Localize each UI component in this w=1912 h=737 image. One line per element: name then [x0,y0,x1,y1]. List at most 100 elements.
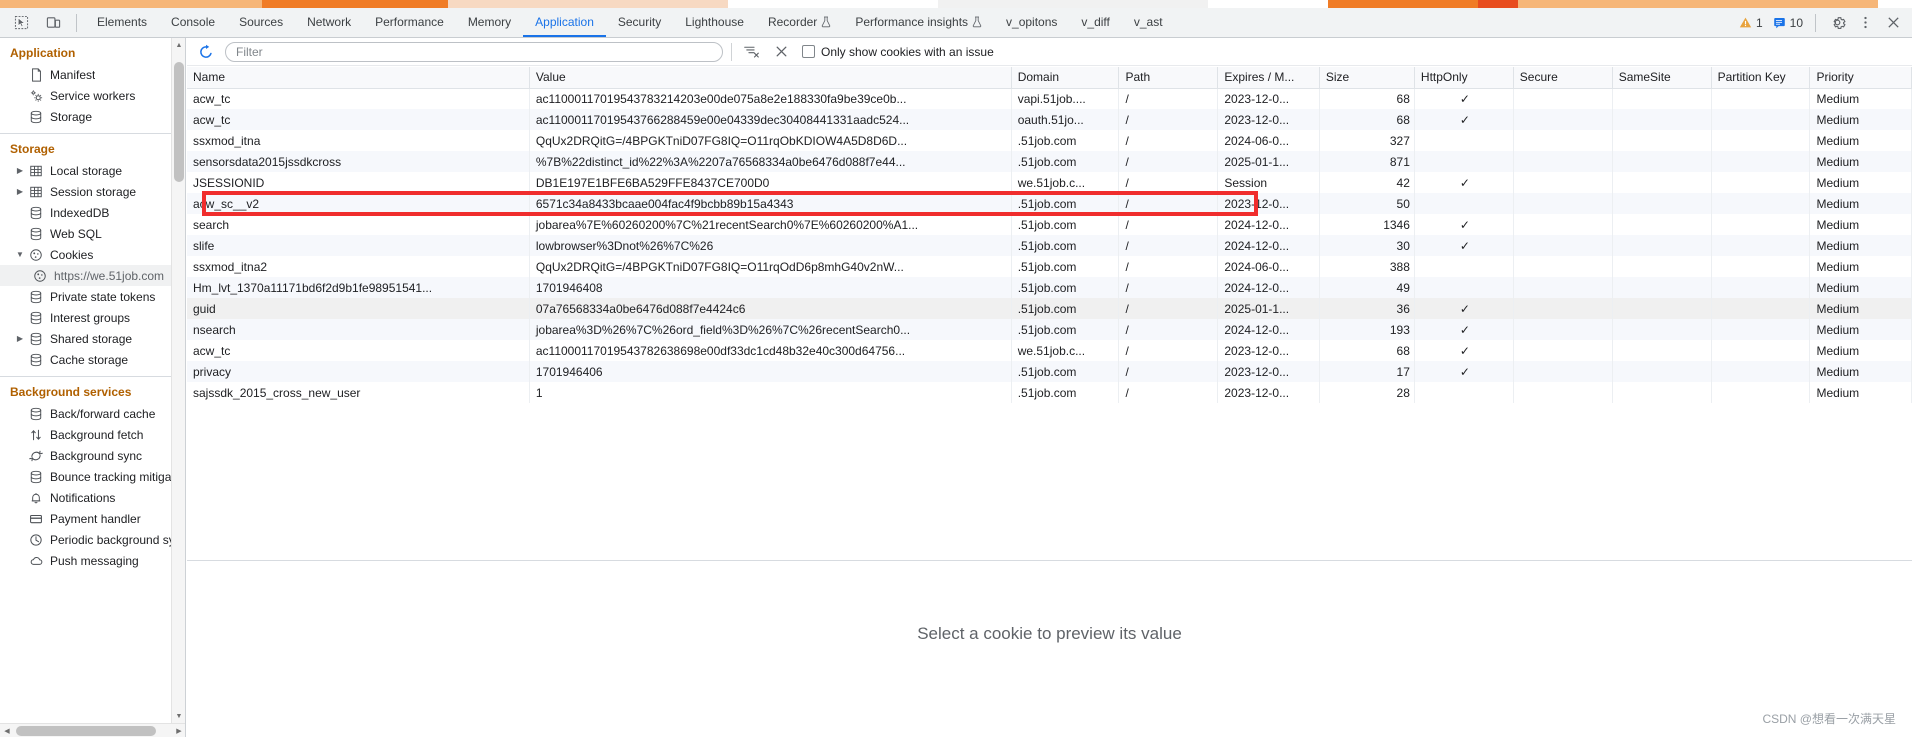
scroll-right-arrow-icon[interactable]: ▶ [172,724,185,737]
sidebar-item-payment-handler[interactable]: ▶Payment handler [0,508,171,529]
sidebar-hscroll-thumb[interactable] [16,726,156,736]
close-icon[interactable] [1880,10,1906,36]
sidebar-item-cache-storage[interactable]: ▶Cache storage [0,349,171,370]
clear-all-cookies-icon[interactable] [770,41,792,63]
sidebar-item-label: Background fetch [50,427,144,442]
column-header-size[interactable]: Size [1319,67,1415,89]
column-header-partition[interactable]: Partition Key [1711,67,1811,89]
cell-samesite [1612,340,1712,361]
inspect-element-icon[interactable] [8,10,34,36]
tab-sources[interactable]: Sources [227,8,295,37]
tab-performance-insights[interactable]: Performance insights [843,8,994,37]
sidebar-item-push-messaging[interactable]: ▶Push messaging [0,550,171,571]
tab-v-ast[interactable]: v_ast [1122,8,1175,37]
cell-secure [1513,193,1613,214]
sidebar-item-session-storage[interactable]: ▶ Session storage [0,181,171,202]
column-header-samesite[interactable]: SameSite [1612,67,1712,89]
column-header-priority[interactable]: Priority [1809,67,1912,89]
table-row[interactable]: acw_tc ac11000117019543766288459e00e04339… [187,109,1912,130]
table-row[interactable]: slife lowbrowser%3Dnot%26%7C%26.51job.com… [187,235,1912,256]
sidebar-vertical-scrollbar[interactable]: ▲ ▼ [171,38,185,723]
sidebar-item-web-sql[interactable]: ▶Web SQL [0,223,171,244]
page-strip-segment [1878,0,1912,8]
tab-application[interactable]: Application [523,8,606,37]
clear-filtered-cookies-icon[interactable] [740,41,762,63]
tab-security[interactable]: Security [606,8,673,37]
sidebar-item-background-fetch[interactable]: ▶Background fetch [0,424,171,445]
checkbox-box[interactable] [802,45,815,58]
cookies-data-grid[interactable]: Name Value Domain Path Expires / M... Size Htt… [187,67,1912,561]
refresh-icon[interactable] [195,41,217,63]
filter-input[interactable] [225,41,723,62]
table-row[interactable]: Hm_lvt_1370a11171bd6f2d9b1fe98951541... 1… [187,277,1912,298]
chevron-right-icon[interactable]: ▶ [14,334,26,343]
sidebar-item-label: Service workers [50,88,136,103]
table-row[interactable]: privacy 1701946406.51job.com/2023-12-0...… [187,361,1912,382]
tab-recorder[interactable]: Recorder [756,8,843,37]
table-row[interactable]: ssxmod_itna2 QqUx2DRQitG=/4BPGKTniD07FG8I… [187,256,1912,277]
sidebar-item-indexeddb[interactable]: ▶IndexedDB [0,202,171,223]
sidebar-item-interest-groups[interactable]: ▶Interest groups [0,307,171,328]
tab-v-diff[interactable]: v_diff [1069,8,1121,37]
sidebar-item-local-storage[interactable]: ▶ Local storage [0,160,171,181]
table-row[interactable]: acw_sc__v2 6571c34a8433bcaae004fac4f9bcbb… [187,193,1912,214]
more-vertical-icon[interactable] [1852,10,1878,36]
scroll-left-arrow-icon[interactable]: ◀ [0,724,14,737]
column-header-expires[interactable]: Expires / M... [1217,67,1320,89]
cell-expires: 2024-12-0... [1217,214,1320,235]
tab-lighthouse[interactable]: Lighthouse [673,8,756,37]
sidebar-item-back-forward-cache[interactable]: ▶Back/forward cache [0,403,171,424]
cell-size: 36 [1319,298,1415,319]
tab-v-opitons[interactable]: v_opitons [994,8,1069,37]
tab-memory[interactable]: Memory [456,8,523,37]
tab-performance[interactable]: Performance [363,8,456,37]
gear-icon[interactable] [1824,10,1850,36]
cell-path: / [1118,193,1219,214]
table-row[interactable]: ssxmod_itna QqUx2DRQitG=/4BPGKTniD07FG8IQ… [187,130,1912,151]
sidebar-item-manifest[interactable]: ▶Manifest [0,64,171,85]
only-issues-checkbox[interactable]: Only show cookies with an issue [802,45,994,59]
table-row[interactable]: sajssdk_2015_cross_new_user 1.51job.com/2… [187,382,1912,403]
table-row[interactable]: acw_tc ac11000117019543782638698e00df33dc… [187,340,1912,361]
table-row[interactable]: search jobarea%7E%60260200%7C%21recentSea… [187,214,1912,235]
column-header-httponly[interactable]: HttpOnly [1414,67,1514,89]
column-header-path[interactable]: Path [1118,67,1219,89]
tab-console[interactable]: Console [159,8,227,37]
sidebar-item-cookies[interactable]: ▼ Cookies [0,244,171,265]
cell-size: 42 [1319,172,1415,193]
sidebar-item-service-workers[interactable]: ▶Service workers [0,85,171,106]
warnings-badge[interactable]: 1 [1735,16,1767,30]
column-header-value[interactable]: Value [529,67,1012,89]
table-row[interactable]: JSESSIONID DB1E197E1BFE6BA529FFE8437CE700… [187,172,1912,193]
table-row[interactable]: acw_tc ac11000117019543783214203e00de075a… [187,88,1912,109]
sidebar-horizontal-scrollbar[interactable]: ◀ ▶ [0,723,185,737]
tab-label: Sources [239,14,284,29]
sidebar-vscroll-thumb[interactable] [174,62,184,182]
sidebar-item-storage[interactable]: ▶Storage [0,106,171,127]
cell-samesite [1612,151,1712,172]
table-row[interactable]: guid 07a76568334a0be6476d088f7e4424c6.51j… [187,298,1912,319]
chevron-right-icon[interactable]: ▶ [14,187,26,196]
sidebar-item-bounce-tracking-mitigatio[interactable]: ▶Bounce tracking mitigatio [0,466,171,487]
column-header-secure[interactable]: Secure [1513,67,1613,89]
column-header-name[interactable]: Name [187,67,530,89]
sidebar-item-background-sync[interactable]: ▶Background sync [0,445,171,466]
messages-badge[interactable]: 10 [1769,16,1807,30]
tab-network[interactable]: Network [295,8,363,37]
device-toolbar-icon[interactable] [40,10,66,36]
sidebar-item-shared-storage[interactable]: ▶ Shared storage [0,328,171,349]
cell-value: %7B%22distinct_id%22%3A%2207a76568334a0b… [529,151,1012,172]
tab-elements[interactable]: Elements [85,8,159,37]
column-header-domain[interactable]: Domain [1011,67,1120,89]
table-row[interactable]: nsearch jobarea%3D%26%7C%26ord_field%3D%2… [187,319,1912,340]
scroll-up-arrow-icon[interactable]: ▲ [172,38,185,52]
sidebar-item-https-we-51job-com[interactable]: https://we.51job.com [0,265,171,286]
chevron-down-icon[interactable]: ▼ [14,250,26,259]
sidebar-item-periodic-background-sync[interactable]: ▶Periodic background sync [0,529,171,550]
sidebar-item-notifications[interactable]: ▶Notifications [0,487,171,508]
sidebar-item-private-state-tokens[interactable]: ▶Private state tokens [0,286,171,307]
table-row[interactable]: sensorsdata2015jssdkcross %7B%22distinct_… [187,151,1912,172]
scroll-down-arrow-icon[interactable]: ▼ [172,709,185,723]
chevron-right-icon[interactable]: ▶ [14,166,26,175]
cell-domain: .51job.com [1011,235,1120,256]
